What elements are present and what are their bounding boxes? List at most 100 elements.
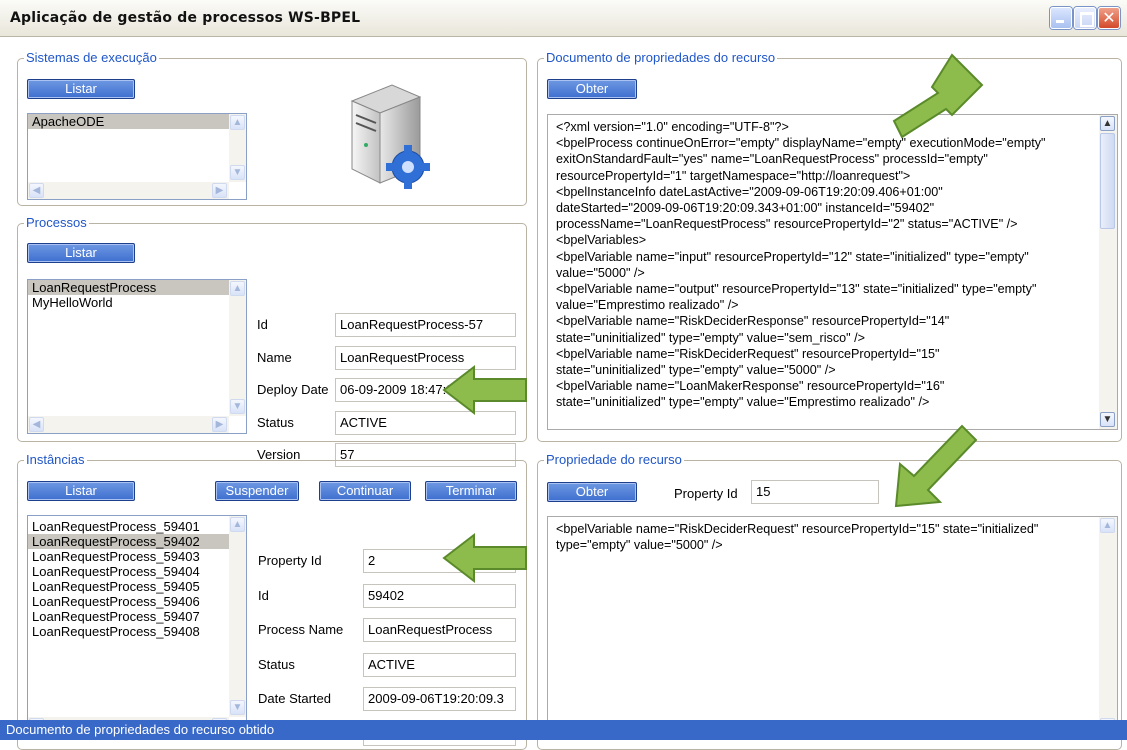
text-line: exitOnStandardFault="yes" name="LoanRequ… bbox=[556, 152, 988, 167]
window-title: Aplicação de gestão de processos WS-BPEL bbox=[10, 10, 361, 26]
processos-title: Processos bbox=[24, 215, 89, 230]
green-arrow-icon bbox=[892, 53, 984, 139]
text-line: type="empty" value="5000" /> bbox=[556, 538, 723, 553]
scroll-thumb[interactable] bbox=[1100, 133, 1115, 229]
text-line: state="uninitialized" type="empty" value… bbox=[556, 330, 865, 345]
instancias-list-button[interactable]: Listar bbox=[27, 481, 135, 501]
minimize-button[interactable] bbox=[1050, 7, 1072, 29]
deploy-date-label: Deploy Date bbox=[257, 382, 329, 397]
list-item[interactable]: LoanRequestProcess_59403 bbox=[28, 549, 246, 564]
list-item[interactable]: LoanRequestProcess_59404 bbox=[28, 564, 246, 579]
date-started-field[interactable]: 2009-09-06T19:20:09.3 bbox=[363, 687, 516, 711]
scroll-up-icon[interactable]: ▲ bbox=[230, 517, 245, 532]
list-item[interactable]: LoanRequestProcess_59406 bbox=[28, 594, 246, 609]
scroll-up-icon[interactable]: ▲ bbox=[1100, 116, 1115, 131]
text-line: value="5000" /> bbox=[556, 265, 645, 280]
vertical-scrollbar[interactable]: ▲ ▼ bbox=[229, 114, 246, 182]
property-id-label: Property Id bbox=[674, 486, 738, 501]
scroll-up-icon[interactable]: ▲ bbox=[230, 281, 245, 296]
status-label: Status bbox=[258, 656, 295, 672]
close-button[interactable]: ✕ bbox=[1098, 7, 1120, 29]
status-field[interactable]: ACTIVE bbox=[363, 652, 516, 677]
instancias-title: Instâncias bbox=[24, 452, 87, 467]
property-id-input[interactable]: 15 bbox=[751, 480, 879, 504]
text-line: <bpelVariable name="input" resourcePrope… bbox=[556, 249, 1029, 264]
terminate-button[interactable]: Terminar bbox=[425, 481, 517, 501]
list-item[interactable]: LoanRequestProcess_59405 bbox=[28, 579, 246, 594]
property-id-label: Property Id bbox=[258, 553, 322, 568]
name-label: Name bbox=[257, 349, 292, 365]
horizontal-scrollbar[interactable]: ◀ ▶ bbox=[28, 182, 229, 199]
list-item[interactable]: LoanRequestProcess_59402 bbox=[28, 534, 246, 549]
instancias-list[interactable]: LoanRequestProcess_59401 LoanRequestProce… bbox=[27, 515, 247, 735]
list-item[interactable]: LoanRequestProcess_59401 bbox=[28, 519, 246, 534]
scroll-down-icon[interactable]: ▼ bbox=[230, 700, 245, 715]
process-name-label: Process Name bbox=[258, 622, 344, 637]
text-line: value="Emprestimo realizado" /> bbox=[556, 298, 739, 313]
id-field[interactable]: LoanRequestProcess-57 bbox=[335, 313, 516, 337]
processos-list-button[interactable]: Listar bbox=[27, 243, 135, 263]
scroll-down-icon[interactable]: ▼ bbox=[230, 165, 245, 180]
scroll-down-icon[interactable]: ▼ bbox=[230, 399, 245, 414]
main-window: Sistemas de execução Listar ApacheODE ▲ … bbox=[0, 37, 1127, 750]
id-label: Id bbox=[257, 317, 268, 332]
scroll-down-icon[interactable]: ▼ bbox=[1100, 412, 1115, 427]
documento-title: Documento de propriedades do recurso bbox=[544, 50, 778, 65]
sistemas-list[interactable]: ApacheODE ▲ ▼ ◀ ▶ bbox=[27, 113, 247, 200]
vertical-scrollbar[interactable]: ▲ ▼ bbox=[1099, 115, 1117, 429]
text-line: processName="LoanRequestProcess" resourc… bbox=[556, 217, 1018, 232]
text-line: state="uninitialized" type="empty" value… bbox=[556, 363, 836, 378]
close-icon: ✕ bbox=[1102, 8, 1116, 27]
vertical-scrollbar[interactable]: ▲ ▼ bbox=[229, 280, 246, 416]
text-line: <bpelProcess continueOnError="empty" dis… bbox=[556, 136, 1046, 151]
continue-button[interactable]: Continuar bbox=[319, 481, 411, 501]
list-item[interactable]: ApacheODE bbox=[28, 114, 246, 129]
suspend-button[interactable]: Suspender bbox=[215, 481, 299, 501]
green-arrow-icon bbox=[442, 532, 527, 584]
instancias-group: Instâncias Listar Suspender Continuar Te… bbox=[17, 453, 527, 750]
vertical-scrollbar[interactable]: ▲ ▼ bbox=[229, 516, 246, 717]
text-line: <bpelVariable name="LoanMakerResponse" r… bbox=[556, 379, 945, 394]
status-bar: Documento de propriedades do recurso obt… bbox=[0, 720, 1127, 740]
propriedade-title: Propriedade do recurso bbox=[544, 452, 684, 467]
text-line: <?xml version="1.0" encoding="UTF-8"?> bbox=[556, 120, 789, 134]
list-item[interactable]: LoanRequestProcess_59407 bbox=[28, 609, 246, 624]
list-item[interactable]: LoanRequestProcess bbox=[28, 280, 246, 295]
text-line: <bpelVariables> bbox=[556, 233, 647, 248]
propriedade-text[interactable]: <bpelVariable name="RiskDeciderRequest" … bbox=[547, 516, 1118, 736]
process-name-field[interactable]: LoanRequestProcess bbox=[363, 618, 516, 642]
list-item[interactable]: MyHelloWorld bbox=[28, 295, 246, 310]
processos-list[interactable]: LoanRequestProcess MyHelloWorld ▲ ▼ ◀ ▶ bbox=[27, 279, 247, 434]
sistemas-group: Sistemas de execução Listar ApacheODE ▲ … bbox=[17, 51, 527, 206]
id-label: Id bbox=[258, 587, 269, 603]
scroll-left-icon[interactable]: ◀ bbox=[29, 417, 44, 432]
horizontal-scrollbar[interactable]: ◀ ▶ bbox=[28, 416, 229, 433]
id-field[interactable]: 59402 bbox=[363, 583, 516, 608]
scroll-right-icon[interactable]: ▶ bbox=[212, 183, 227, 198]
green-arrow-icon bbox=[894, 424, 978, 508]
text-line: <bpelVariable name="RiskDeciderRequest" … bbox=[556, 522, 1039, 536]
title-bar: Aplicação de gestão de processos WS-BPEL… bbox=[0, 0, 1127, 37]
vertical-scrollbar[interactable]: ▲ ▼ bbox=[1099, 517, 1117, 735]
documento-text[interactable]: <?xml version="1.0" encoding="UTF-8"?> <b… bbox=[547, 114, 1118, 430]
scroll-up-icon[interactable]: ▲ bbox=[230, 115, 245, 130]
text-line: <bpelVariable name="RiskDeciderResponse"… bbox=[556, 314, 950, 329]
text-line: state="uninitialized" type="empty" value… bbox=[556, 395, 930, 410]
documento-get-button[interactable]: Obter bbox=[547, 79, 637, 99]
propriedade-get-button[interactable]: Obter bbox=[547, 482, 637, 502]
date-started-label: Date Started bbox=[258, 691, 331, 706]
text-line: <bpelVariable name="RiskDeciderRequest" … bbox=[556, 346, 940, 361]
sistemas-list-button[interactable]: Listar bbox=[27, 79, 135, 99]
scroll-left-icon[interactable]: ◀ bbox=[29, 183, 44, 198]
status-label: Status bbox=[257, 414, 294, 430]
text-line: <bpelInstanceInfo dateLastActive="2009-0… bbox=[556, 184, 943, 199]
text-line: resourcePropertyId="1" targetNamespace="… bbox=[556, 168, 911, 183]
green-arrow-icon bbox=[442, 364, 527, 416]
maximize-button[interactable] bbox=[1074, 7, 1096, 29]
list-item[interactable]: LoanRequestProcess_59408 bbox=[28, 624, 246, 639]
sistemas-title: Sistemas de execução bbox=[24, 50, 159, 65]
scroll-up-icon[interactable]: ▲ bbox=[1100, 518, 1115, 533]
documento-group: Documento de propriedades do recurso Obt… bbox=[537, 51, 1122, 442]
text-line: <bpelVariable name="output" resourceProp… bbox=[556, 282, 1037, 297]
scroll-right-icon[interactable]: ▶ bbox=[212, 417, 227, 432]
